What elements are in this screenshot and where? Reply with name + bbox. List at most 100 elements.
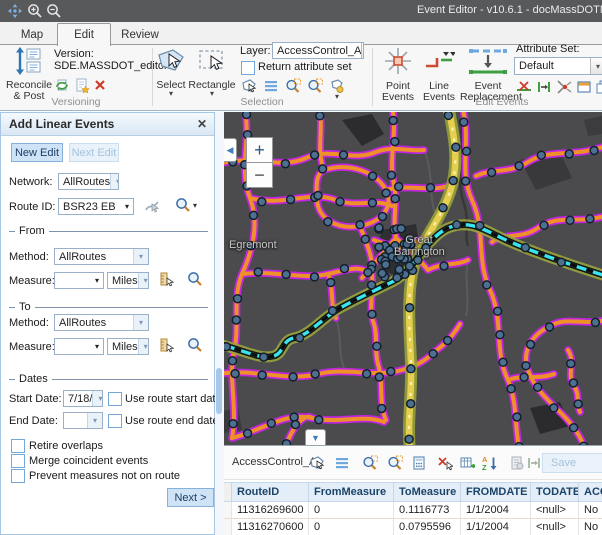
to-method-dropdown[interactable]: AllRoutes ▾ (54, 314, 149, 331)
select-measure-on-map-icon[interactable] (158, 337, 174, 353)
map-view[interactable]: Egremont Great Barrington ◀ + − ▼ (224, 112, 602, 445)
split-event-icon[interactable] (516, 79, 532, 95)
select-tool-icon (156, 47, 186, 75)
prevent-measures-checkbox[interactable] (11, 469, 25, 483)
to-measure-combo[interactable]: ▾ (54, 338, 104, 355)
zoom-to-measure-icon[interactable] (187, 337, 203, 353)
column-header[interactable]: RouteID (232, 482, 309, 502)
chevron-down-icon[interactable]: ▾ (95, 342, 103, 351)
merge-coincident-checkbox[interactable] (11, 454, 25, 468)
zoom-to-measure-icon[interactable] (187, 271, 203, 287)
chevron-down-icon[interactable]: ▾ (125, 202, 133, 211)
pan-icon[interactable] (7, 3, 23, 19)
new-edit-button[interactable]: New Edit (11, 143, 63, 162)
next-button[interactable]: Next > (167, 488, 214, 507)
event-replacement-icon (466, 46, 510, 76)
zoom-to-route-icon[interactable] (175, 197, 191, 213)
retire-overlaps-checkbox[interactable] (11, 439, 25, 453)
table-toolbar: AccessControl_A (224, 446, 602, 480)
map-zoom-in-button[interactable]: + (246, 137, 273, 163)
end-date-combo[interactable]: ▾ (63, 412, 103, 429)
chevron-down-icon[interactable]: ▾ (361, 43, 364, 58)
translate-event-icon[interactable] (536, 79, 552, 95)
chevron-down-icon[interactable]: ▾ (138, 339, 149, 354)
point-events-button[interactable]: Point Events (378, 46, 418, 104)
chevron-down-icon[interactable]: ▾ (138, 273, 149, 288)
chevron-down-icon[interactable]: ▾ (87, 413, 102, 428)
pan-to-selection-icon[interactable] (387, 455, 403, 471)
select-measure-on-map-icon[interactable] (158, 271, 174, 287)
tab-map[interactable]: Map (10, 26, 54, 44)
zoom-to-selection-icon[interactable] (285, 78, 301, 94)
zoom-out-icon[interactable] (46, 3, 62, 19)
next-edit-button[interactable]: Next Edit (69, 143, 119, 162)
refresh-version-icon[interactable] (54, 77, 70, 93)
row-selector[interactable] (224, 519, 232, 535)
field-calculator-icon[interactable] (411, 455, 427, 471)
report-icon[interactable] (509, 455, 525, 471)
start-date-combo[interactable]: 7/18/ ▾ (63, 390, 103, 407)
tab-review[interactable]: Review (112, 26, 168, 44)
table-row[interactable]: 11316269600 0 0.1116773 1/1/2004 <null> … (224, 502, 602, 519)
end-date-label: End Date: (9, 415, 58, 427)
new-version-icon[interactable] (74, 77, 90, 93)
save-button[interactable]: Save (542, 453, 602, 473)
column-header[interactable]: FromMeasure (309, 482, 394, 502)
row-selector[interactable] (224, 502, 232, 519)
merge-event-icon[interactable] (556, 79, 572, 95)
delete-version-icon[interactable] (93, 78, 107, 92)
line-events-button[interactable]: Line Events (420, 46, 458, 104)
collapse-panel-button[interactable]: ◀ (224, 138, 237, 162)
route-id-dropdown[interactable]: BSR23 EB ▾ (58, 198, 134, 215)
close-icon[interactable]: ✕ (197, 117, 207, 131)
column-header[interactable]: TODATE (531, 482, 579, 502)
add-record-icon[interactable] (459, 455, 475, 471)
reconcile-post-button[interactable]: Reconcile & Post (6, 47, 52, 97)
panel-scrollbar[interactable] (215, 112, 224, 535)
sort-icon[interactable]: A Z (482, 455, 498, 471)
chevron-down-icon[interactable]: ▾ (590, 58, 602, 74)
chevron-down-icon[interactable]: ▾ (193, 201, 197, 210)
column-header[interactable]: ToMeasure (394, 482, 461, 502)
attribute-list-icon[interactable] (263, 78, 279, 94)
from-measure-combo[interactable]: ▾ (54, 272, 104, 289)
collapse-down-icon: ▼ (311, 433, 320, 443)
from-section-divider: From (9, 225, 208, 237)
from-method-dropdown[interactable]: AllRoutes ▾ (54, 248, 149, 265)
collapse-table-button[interactable]: ▼ (305, 429, 326, 445)
scrollbar-thumb[interactable] (216, 368, 222, 414)
map-zoom-out-button[interactable]: − (246, 162, 273, 188)
use-route-end-checkbox[interactable] (108, 414, 122, 428)
chevron-down-icon[interactable]: ▾ (133, 249, 148, 264)
table-row[interactable]: 11316270600 0 0.0795596 1/1/2004 <null> … (224, 519, 602, 535)
use-route-start-checkbox[interactable] (108, 392, 122, 406)
attribute-set-dropdown[interactable]: Default ▾ (514, 57, 602, 75)
column-header[interactable]: FROMDATE (461, 482, 531, 502)
tab-edit[interactable]: Edit (57, 23, 111, 46)
select-features-icon[interactable] (309, 455, 325, 471)
from-unit-dropdown[interactable]: Miles ▾ (107, 272, 149, 289)
attribute-list-icon[interactable] (334, 455, 350, 471)
to-section-divider: To (9, 301, 208, 313)
attribute-window-icon[interactable] (576, 79, 592, 95)
chevron-down-icon[interactable]: ▾ (110, 174, 119, 189)
translate-measures-icon[interactable] (526, 455, 542, 471)
chevron-down-icon[interactable]: ▾ (95, 276, 103, 285)
rectangle-select-button[interactable]: Rectangle ▾ (186, 47, 238, 99)
return-attribute-set-checkbox[interactable] (241, 61, 255, 75)
layer-dropdown[interactable]: AccessControl_A ▾ (272, 42, 364, 59)
to-unit-dropdown[interactable]: Miles ▾ (107, 338, 149, 355)
copy-attributes-icon[interactable] (595, 79, 602, 95)
select-route-on-map-icon[interactable] (144, 198, 160, 214)
clear-selection-icon[interactable] (437, 455, 453, 471)
pan-to-selection-icon[interactable] (307, 78, 323, 94)
zoom-in-icon[interactable] (27, 3, 43, 19)
network-dropdown[interactable]: AllRoutes ▾ (58, 173, 119, 190)
select-by-polygon-icon[interactable] (241, 78, 257, 94)
chevron-down-icon[interactable]: ▾ (133, 315, 148, 330)
map-canvas[interactable] (224, 112, 602, 445)
group-separator (372, 48, 373, 106)
zoom-to-selection-icon[interactable] (362, 455, 378, 471)
chevron-down-icon[interactable]: ▾ (92, 391, 103, 406)
column-header[interactable]: ACCESS (579, 482, 602, 502)
